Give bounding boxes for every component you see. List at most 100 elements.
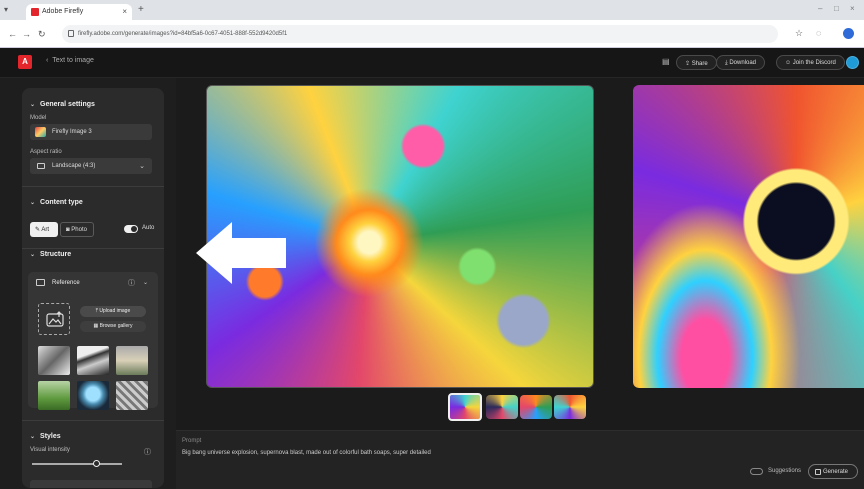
maximize-icon[interactable]: □ [834, 4, 839, 13]
firefly-favicon-icon [31, 8, 39, 16]
browser-tab[interactable]: Adobe Firefly × [26, 4, 132, 20]
new-tab-icon[interactable]: + [138, 4, 144, 15]
landscape-icon [37, 163, 45, 169]
prompt-input[interactable]: Big bang universe explosion, supernova b… [182, 450, 431, 456]
structure-title: Structure [40, 251, 72, 258]
slider-knob[interactable] [93, 460, 101, 467]
prompt-bar: Prompt Big bang universe explosion, supe… [176, 430, 864, 489]
reload-icon[interactable]: ↻ [38, 29, 46, 40]
visual-intensity-slider[interactable] [32, 460, 122, 467]
annotation-arrow-icon [196, 222, 286, 284]
variation-thumbnail-2[interactable] [486, 395, 518, 419]
art-button[interactable]: ✎ Art [30, 222, 58, 237]
reference-gallery [38, 346, 150, 410]
reference-label: Reference [52, 280, 80, 286]
tab-menu-icon[interactable]: ▾ [4, 5, 8, 14]
share-label: Share [691, 61, 708, 67]
discord-button[interactable]: ☺ Join the Discord [776, 55, 845, 70]
tab-close-icon[interactable]: × [122, 7, 127, 16]
next-field [30, 480, 152, 488]
aspect-ratio-label: Aspect ratio [30, 149, 62, 155]
model-thumbnail [35, 127, 46, 137]
visual-intensity-label: Visual intensity [30, 447, 70, 453]
generated-image-next[interactable] [633, 85, 864, 388]
variation-thumbnails [448, 393, 588, 421]
extensions-icon[interactable]: ◌ [816, 28, 821, 38]
divider [22, 248, 164, 249]
tab-title: Adobe Firefly [42, 8, 84, 15]
variation-thumbnail-4[interactable] [554, 395, 586, 419]
chevron-down-icon: ⌄ [30, 102, 36, 108]
feedback-icon[interactable]: ▤ [662, 57, 670, 66]
model-select[interactable]: Firefly Image 3 [30, 124, 152, 140]
chevron-down-icon: ⌄ [30, 434, 36, 440]
auto-label: Auto [142, 225, 155, 231]
bookmark-star-icon[interactable]: ☆ [795, 28, 803, 39]
gallery-thumbnail[interactable] [77, 381, 109, 410]
gallery-thumbnail[interactable] [116, 346, 148, 375]
gallery-thumbnail[interactable] [116, 381, 148, 410]
prompt-label: Prompt [182, 438, 202, 444]
auto-toggle[interactable] [124, 225, 138, 233]
browser-tab-bar: ▾ Adobe Firefly × + – □ × [0, 0, 864, 20]
adobe-logo-icon[interactable]: A [18, 55, 32, 69]
gallery-thumbnail[interactable] [38, 381, 70, 410]
divider [22, 420, 164, 421]
info-icon[interactable]: ⓘ [128, 278, 135, 288]
user-avatar[interactable] [846, 56, 859, 69]
browse-gallery-label: Browse gallery [99, 323, 133, 329]
url-text: firefly.adobe.com/generate/images?id=84b… [78, 31, 288, 37]
url-field[interactable]: firefly.adobe.com/generate/images?id=84b… [62, 25, 778, 43]
general-settings-header[interactable]: ⌄ General settings [30, 101, 95, 108]
chevron-down-icon[interactable]: ⌄ [143, 279, 148, 286]
info-icon[interactable]: ⓘ [144, 447, 151, 457]
browser-profile-icon[interactable] [843, 28, 854, 39]
aspect-ratio-select[interactable]: Landscape (4:3) ⌄ [30, 158, 152, 174]
download-button[interactable]: ⤓ Download [716, 55, 766, 70]
settings-panel: ⌄ General settings Model Firefly Image 3 … [22, 88, 164, 488]
address-bar-row: ← → ↻ firefly.adobe.com/generate/images?… [0, 20, 864, 48]
content-type-title: Content type [40, 199, 83, 206]
back-label: Text to image [52, 57, 94, 64]
model-label: Model [30, 115, 47, 121]
upload-image-label: Upload image [99, 308, 131, 314]
image-upload-icon [46, 311, 64, 327]
divider [22, 186, 164, 187]
chevron-down-icon: ⌄ [139, 163, 145, 170]
suggestions-label: Suggestions [768, 468, 802, 474]
photo-label: Photo [71, 227, 87, 233]
gallery-thumbnail[interactable] [77, 346, 109, 375]
forward-nav-icon[interactable]: → [22, 29, 31, 39]
back-nav-icon[interactable]: ← [8, 29, 17, 39]
generate-label: Generate [823, 469, 849, 475]
styles-title: Styles [40, 433, 61, 440]
aspect-ratio-value: Landscape (4:3) [52, 163, 96, 169]
structure-header[interactable]: ⌄ Structure [30, 251, 71, 258]
art-label: Art [41, 227, 50, 233]
left-sidebar: ⌄ General settings Model Firefly Image 3 … [0, 78, 176, 489]
share-button[interactable]: ⇪ Share [676, 55, 717, 70]
site-info-icon[interactable] [68, 30, 74, 37]
model-value: Firefly Image 3 [52, 129, 92, 135]
window-close-icon[interactable]: × [850, 4, 855, 13]
reference-box: Reference ⓘ ⌄ ⤒ Upload image ▦ Browse ga… [28, 272, 158, 410]
styles-header[interactable]: ⌄ Styles [30, 433, 61, 440]
gallery-thumbnail[interactable] [38, 346, 70, 375]
upload-drop-zone[interactable] [38, 303, 70, 335]
upload-image-button[interactable]: ⤒ Upload image [80, 306, 146, 317]
content-type-header[interactable]: ⌄ Content type [30, 199, 83, 206]
photo-button[interactable]: ◙ Photo [60, 222, 94, 237]
app-header: A ‹ Text to image ▤ ⇪ Share ⤓ Download ☺… [0, 48, 864, 78]
discord-label: Join the Discord [792, 60, 836, 66]
general-settings-title: General settings [40, 101, 95, 108]
browse-gallery-button[interactable]: ▦ Browse gallery [80, 321, 146, 332]
variation-thumbnail-3[interactable] [520, 395, 552, 419]
suggestions-toggle[interactable] [750, 468, 763, 475]
generate-icon [815, 469, 821, 475]
generate-button[interactable]: Generate [808, 464, 858, 479]
download-label: Download [729, 60, 757, 66]
back-to-text-to-image[interactable]: ‹ Text to image [46, 57, 94, 64]
chevron-down-icon: ⌄ [30, 252, 36, 258]
variation-thumbnail-1[interactable] [448, 393, 482, 421]
minimize-icon[interactable]: – [818, 4, 822, 13]
